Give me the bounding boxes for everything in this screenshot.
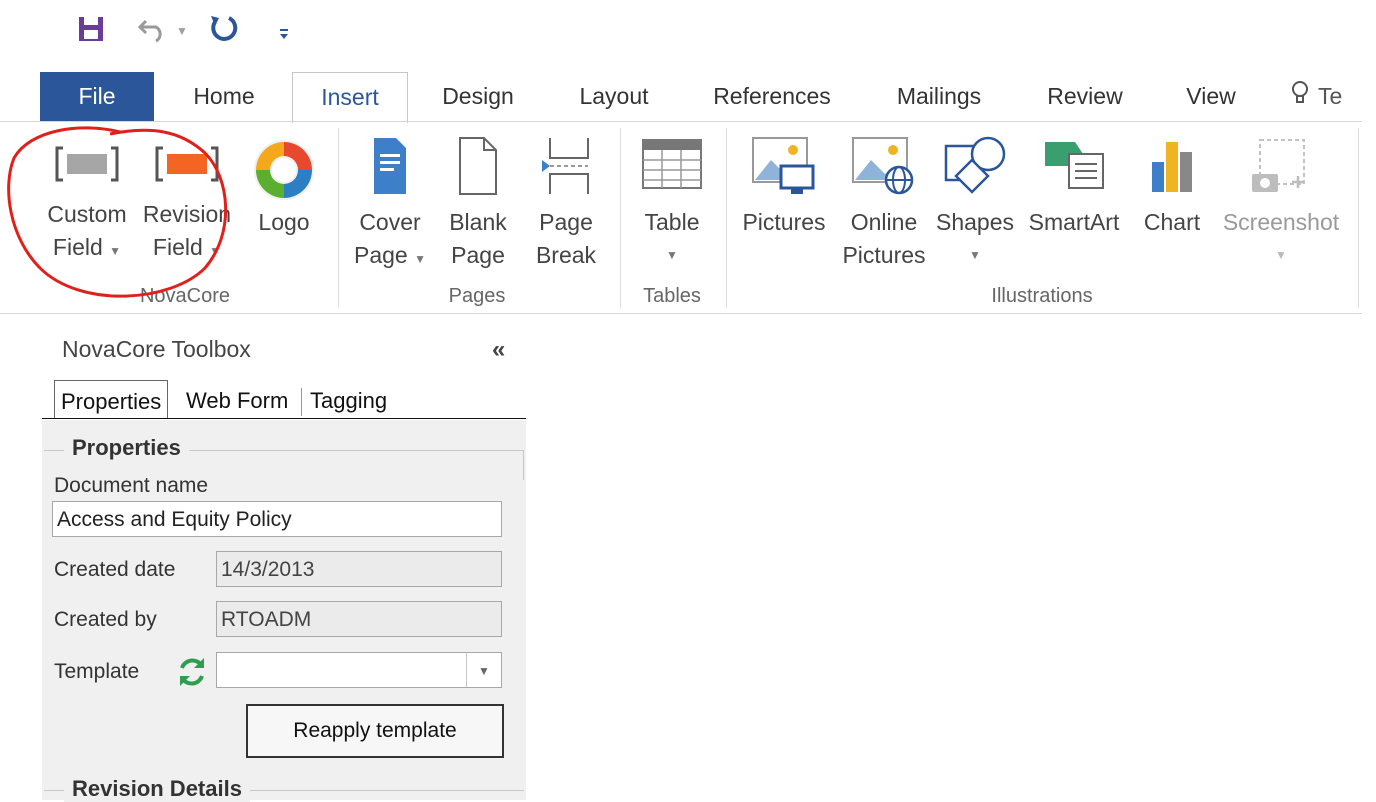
page-break-button[interactable]: Page Break [524,136,608,276]
cover-page-label-2: Page ▼ [354,242,426,268]
undo-dropdown-icon[interactable]: ▼ [176,24,188,38]
tab-underline [42,418,526,419]
revision-details-heading: Revision Details [64,776,250,802]
blank-page-label-1: Blank [449,209,507,235]
page-break-label-1: Page [539,209,593,235]
page-break-label-2: Break [535,242,597,268]
page-break-icon [542,138,589,194]
pictures-label: Pictures [742,209,826,235]
screenshot-dropdown-icon: ▼ [1275,248,1287,262]
cover-page-label-1: Cover [359,209,421,235]
lightbulb-icon [1290,74,1312,122]
shapes-icon [944,136,1006,194]
table-button[interactable]: Table ▼ [632,136,712,276]
logo-button[interactable]: Logo [244,136,324,276]
tab-home[interactable]: Home [172,72,276,120]
tab-review[interactable]: Review [1030,72,1140,120]
pictures-icon [752,137,815,194]
group-separator [338,128,339,308]
table-icon [642,139,702,189]
fieldset-right-edge [523,450,524,480]
online-pictures-label-1: Online [850,209,918,235]
group-separator [620,128,621,308]
collapse-pane-icon[interactable]: « [492,336,505,364]
select-arrow-icon[interactable]: ▼ [466,653,501,687]
document-name-field[interactable]: Access and Equity Policy [52,501,502,537]
screenshot-button[interactable]: Screenshot ▼ [1214,136,1348,276]
blank-page-label-2: Page [451,242,505,268]
shapes-dropdown-icon: ▼ [969,248,981,262]
group-label-illustrations: Illustrations [991,285,1093,307]
ribbon-bottom-border [0,313,1362,314]
template-label: Template [54,660,140,683]
smartart-icon [1045,142,1104,189]
smartart-button[interactable]: SmartArt [1020,136,1128,276]
online-pictures-label-2: Pictures [842,242,926,268]
tab-design[interactable]: Design [424,72,532,120]
tab-divider [301,388,302,416]
tell-me-label: Te [1317,83,1343,109]
annotation-circle [7,126,228,298]
tab-view[interactable]: View [1170,72,1252,120]
table-label: Table [644,209,700,235]
group-label-pages: Pages [448,285,506,307]
smartart-label: SmartArt [1028,209,1120,235]
toolbox-title: NovaCore Toolbox [62,336,251,362]
shapes-label: Shapes [935,209,1014,235]
properties-heading: Properties [64,435,189,461]
tab-tagging[interactable]: Tagging [310,380,387,418]
tab-mailings[interactable]: Mailings [876,72,1002,120]
group-separator [1358,128,1359,308]
tab-layout[interactable]: Layout [560,72,668,120]
group-separator [726,128,727,308]
blank-page-icon [459,137,497,195]
refresh-template-icon[interactable] [174,654,210,690]
created-by-field[interactable]: RTOADM [216,601,502,637]
customize-qat-icon[interactable] [274,22,294,44]
cover-page-icon [374,138,406,194]
tab-insert[interactable]: Insert [292,72,408,123]
created-date-field[interactable]: 14/3/2013 [216,551,502,587]
repeat-icon[interactable] [204,10,244,46]
shapes-button[interactable]: Shapes ▼ [934,136,1016,276]
chart-button[interactable]: Chart [1134,136,1210,276]
group-label-tables: Tables [643,285,701,307]
table-dropdown-icon: ▼ [666,248,678,262]
cover-page-button[interactable]: Cover Page ▼ [346,136,434,276]
undo-icon[interactable] [134,10,174,46]
save-icon[interactable] [74,12,108,46]
logo-label: Logo [258,209,310,235]
reapply-template-button[interactable]: Reapply template [246,704,504,758]
blank-page-button[interactable]: Blank Page [440,136,516,276]
template-select[interactable]: ▼ [216,652,502,688]
created-date-label: Created date [54,558,176,581]
created-by-label: Created by [54,608,157,631]
tab-tell-me[interactable]: Te [1290,72,1376,120]
tab-references[interactable]: References [698,72,846,120]
online-pictures-icon [852,137,914,195]
screenshot-label: Screenshot [1222,209,1340,235]
tab-properties[interactable]: Properties [54,380,169,419]
pictures-button[interactable]: Pictures [736,136,832,276]
document-name-label: Document name [54,474,209,497]
tab-file[interactable]: File [40,72,154,122]
chart-label: Chart [1143,209,1201,235]
screenshot-icon [1252,139,1305,192]
tab-web-form[interactable]: Web Form [186,380,288,418]
chart-icon [1152,142,1192,192]
logo-icon [254,140,314,200]
online-pictures-button[interactable]: Online Pictures [838,136,930,276]
